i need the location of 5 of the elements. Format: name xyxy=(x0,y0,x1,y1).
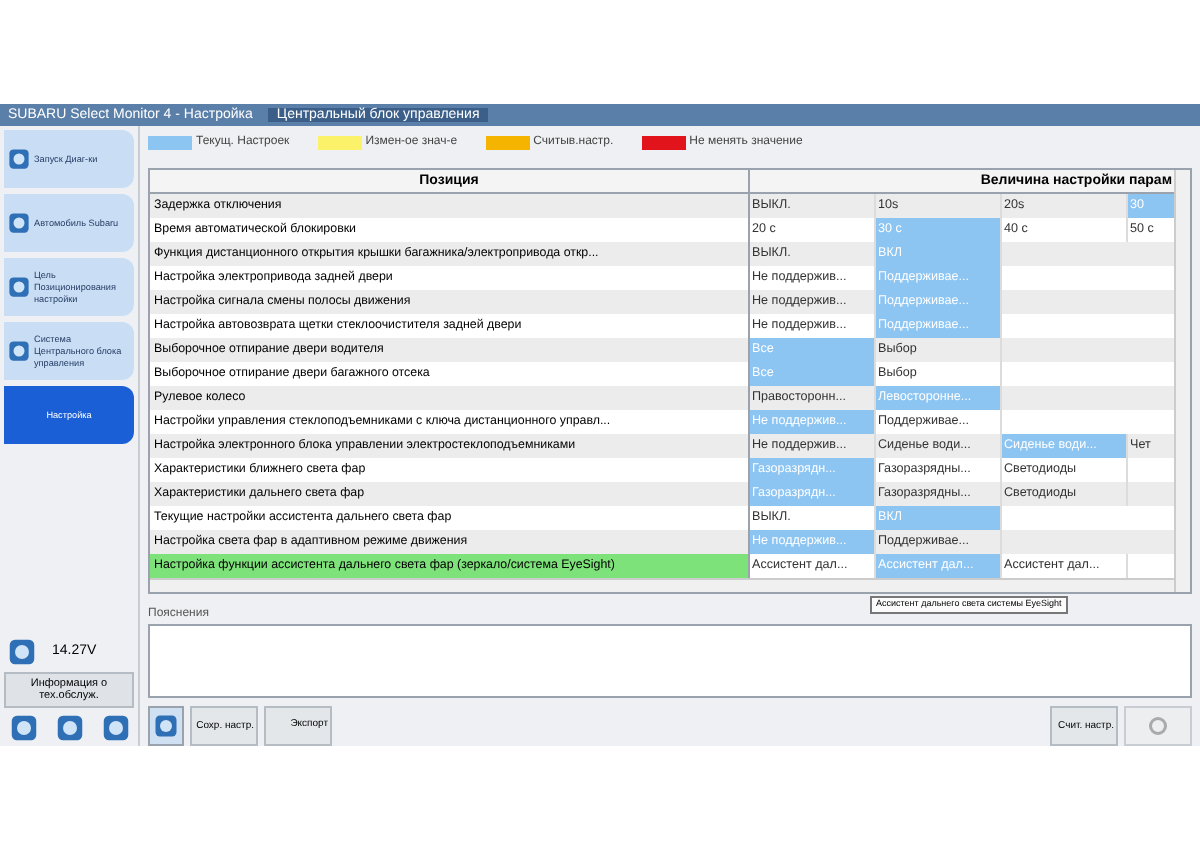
refresh-icon xyxy=(1146,714,1170,738)
vertical-scrollbar[interactable] xyxy=(1174,169,1190,592)
back-button[interactable] xyxy=(148,706,184,746)
refresh-button[interactable] xyxy=(1124,706,1192,746)
explanation-field[interactable] xyxy=(148,623,1192,698)
